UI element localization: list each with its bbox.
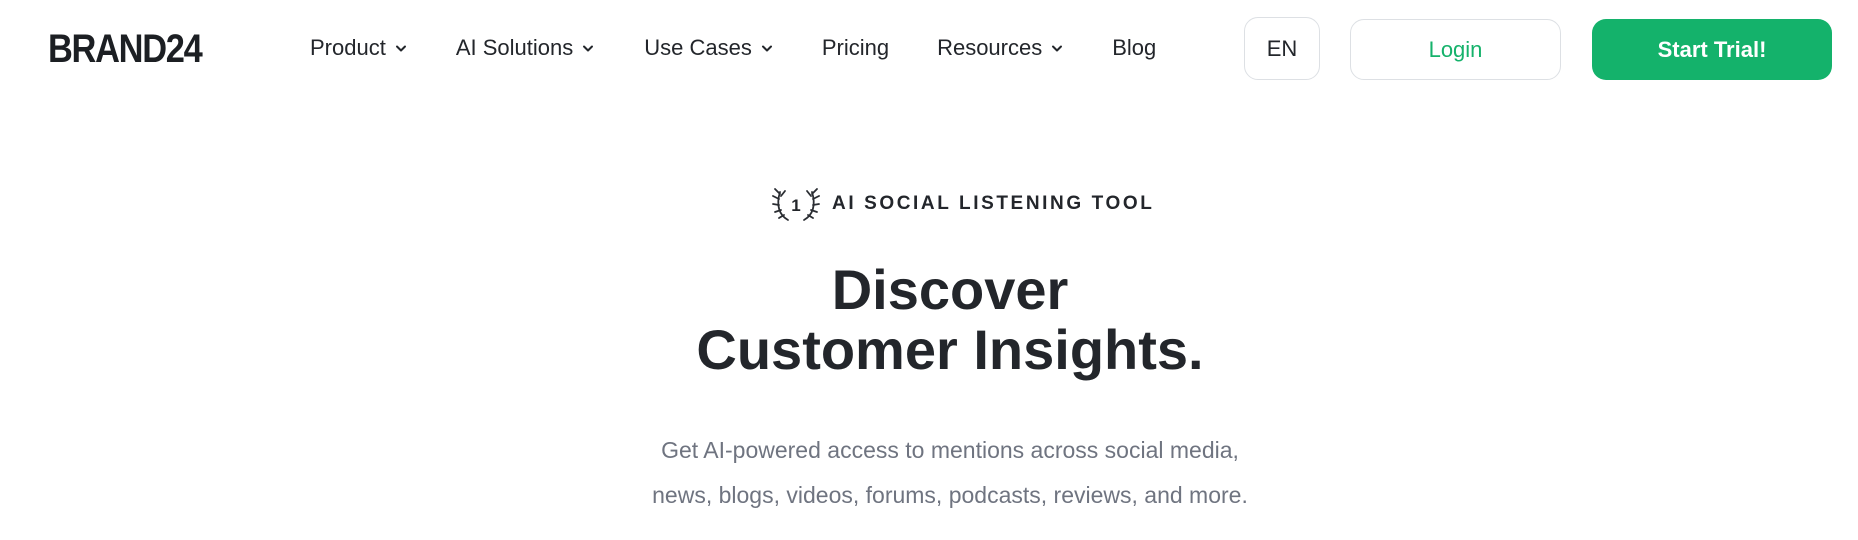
nav-blog[interactable]: Blog bbox=[1112, 35, 1156, 61]
nav-ai-solutions[interactable]: AI Solutions bbox=[456, 35, 595, 61]
nav-resources-label: Resources bbox=[937, 35, 1043, 60]
nav-resources[interactable]: Resources bbox=[937, 35, 1064, 61]
laurel-wreath-icon: 1 bbox=[772, 188, 820, 221]
hero-title-line-2: Customer Insights. bbox=[696, 318, 1204, 381]
nav-product-label: Product bbox=[310, 35, 386, 60]
page: BRAND24 Product AI Solutions Use Cases P… bbox=[0, 0, 1858, 540]
site-header: BRAND24 Product AI Solutions Use Cases P… bbox=[0, 0, 1858, 98]
hero-subtitle: Get AI-powered access to mentions across… bbox=[0, 428, 1858, 518]
nav-ai-solutions-label: AI Solutions bbox=[455, 35, 574, 60]
login-button[interactable]: Login bbox=[1350, 19, 1561, 80]
hero-title-line-1: Discover bbox=[831, 258, 1069, 321]
chevron-down-icon bbox=[760, 41, 774, 55]
hero-subtitle-line-1: Get AI-powered access to mentions across… bbox=[661, 437, 1239, 463]
hero-badge: 1 AI SOCIAL LISTENING TOOL bbox=[770, 184, 1154, 224]
main-nav: Product AI Solutions Use Cases Pricing R… bbox=[310, 34, 1156, 62]
start-trial-button[interactable]: Start Trial! bbox=[1592, 19, 1832, 80]
nav-pricing[interactable]: Pricing bbox=[822, 35, 889, 61]
hero-subtitle-line-2: news, blogs, videos, forums, podcasts, r… bbox=[652, 482, 1248, 508]
brand-logo[interactable]: BRAND24 bbox=[48, 29, 203, 69]
language-selector-button[interactable]: EN bbox=[1244, 17, 1320, 80]
chevron-down-icon bbox=[394, 41, 408, 55]
badge-label: AI SOCIAL LISTENING TOOL bbox=[832, 193, 1155, 214]
badge-number: 1 bbox=[791, 196, 800, 215]
nav-product[interactable]: Product bbox=[310, 35, 408, 61]
chevron-down-icon bbox=[581, 41, 595, 55]
hero-title: Discover Customer Insights. bbox=[0, 260, 1858, 380]
nav-use-cases-label: Use Cases bbox=[644, 35, 752, 60]
chevron-down-icon bbox=[1050, 41, 1064, 55]
nav-use-cases[interactable]: Use Cases bbox=[644, 35, 774, 61]
nav-blog-label: Blog bbox=[1112, 35, 1157, 60]
nav-pricing-label: Pricing bbox=[821, 35, 890, 60]
